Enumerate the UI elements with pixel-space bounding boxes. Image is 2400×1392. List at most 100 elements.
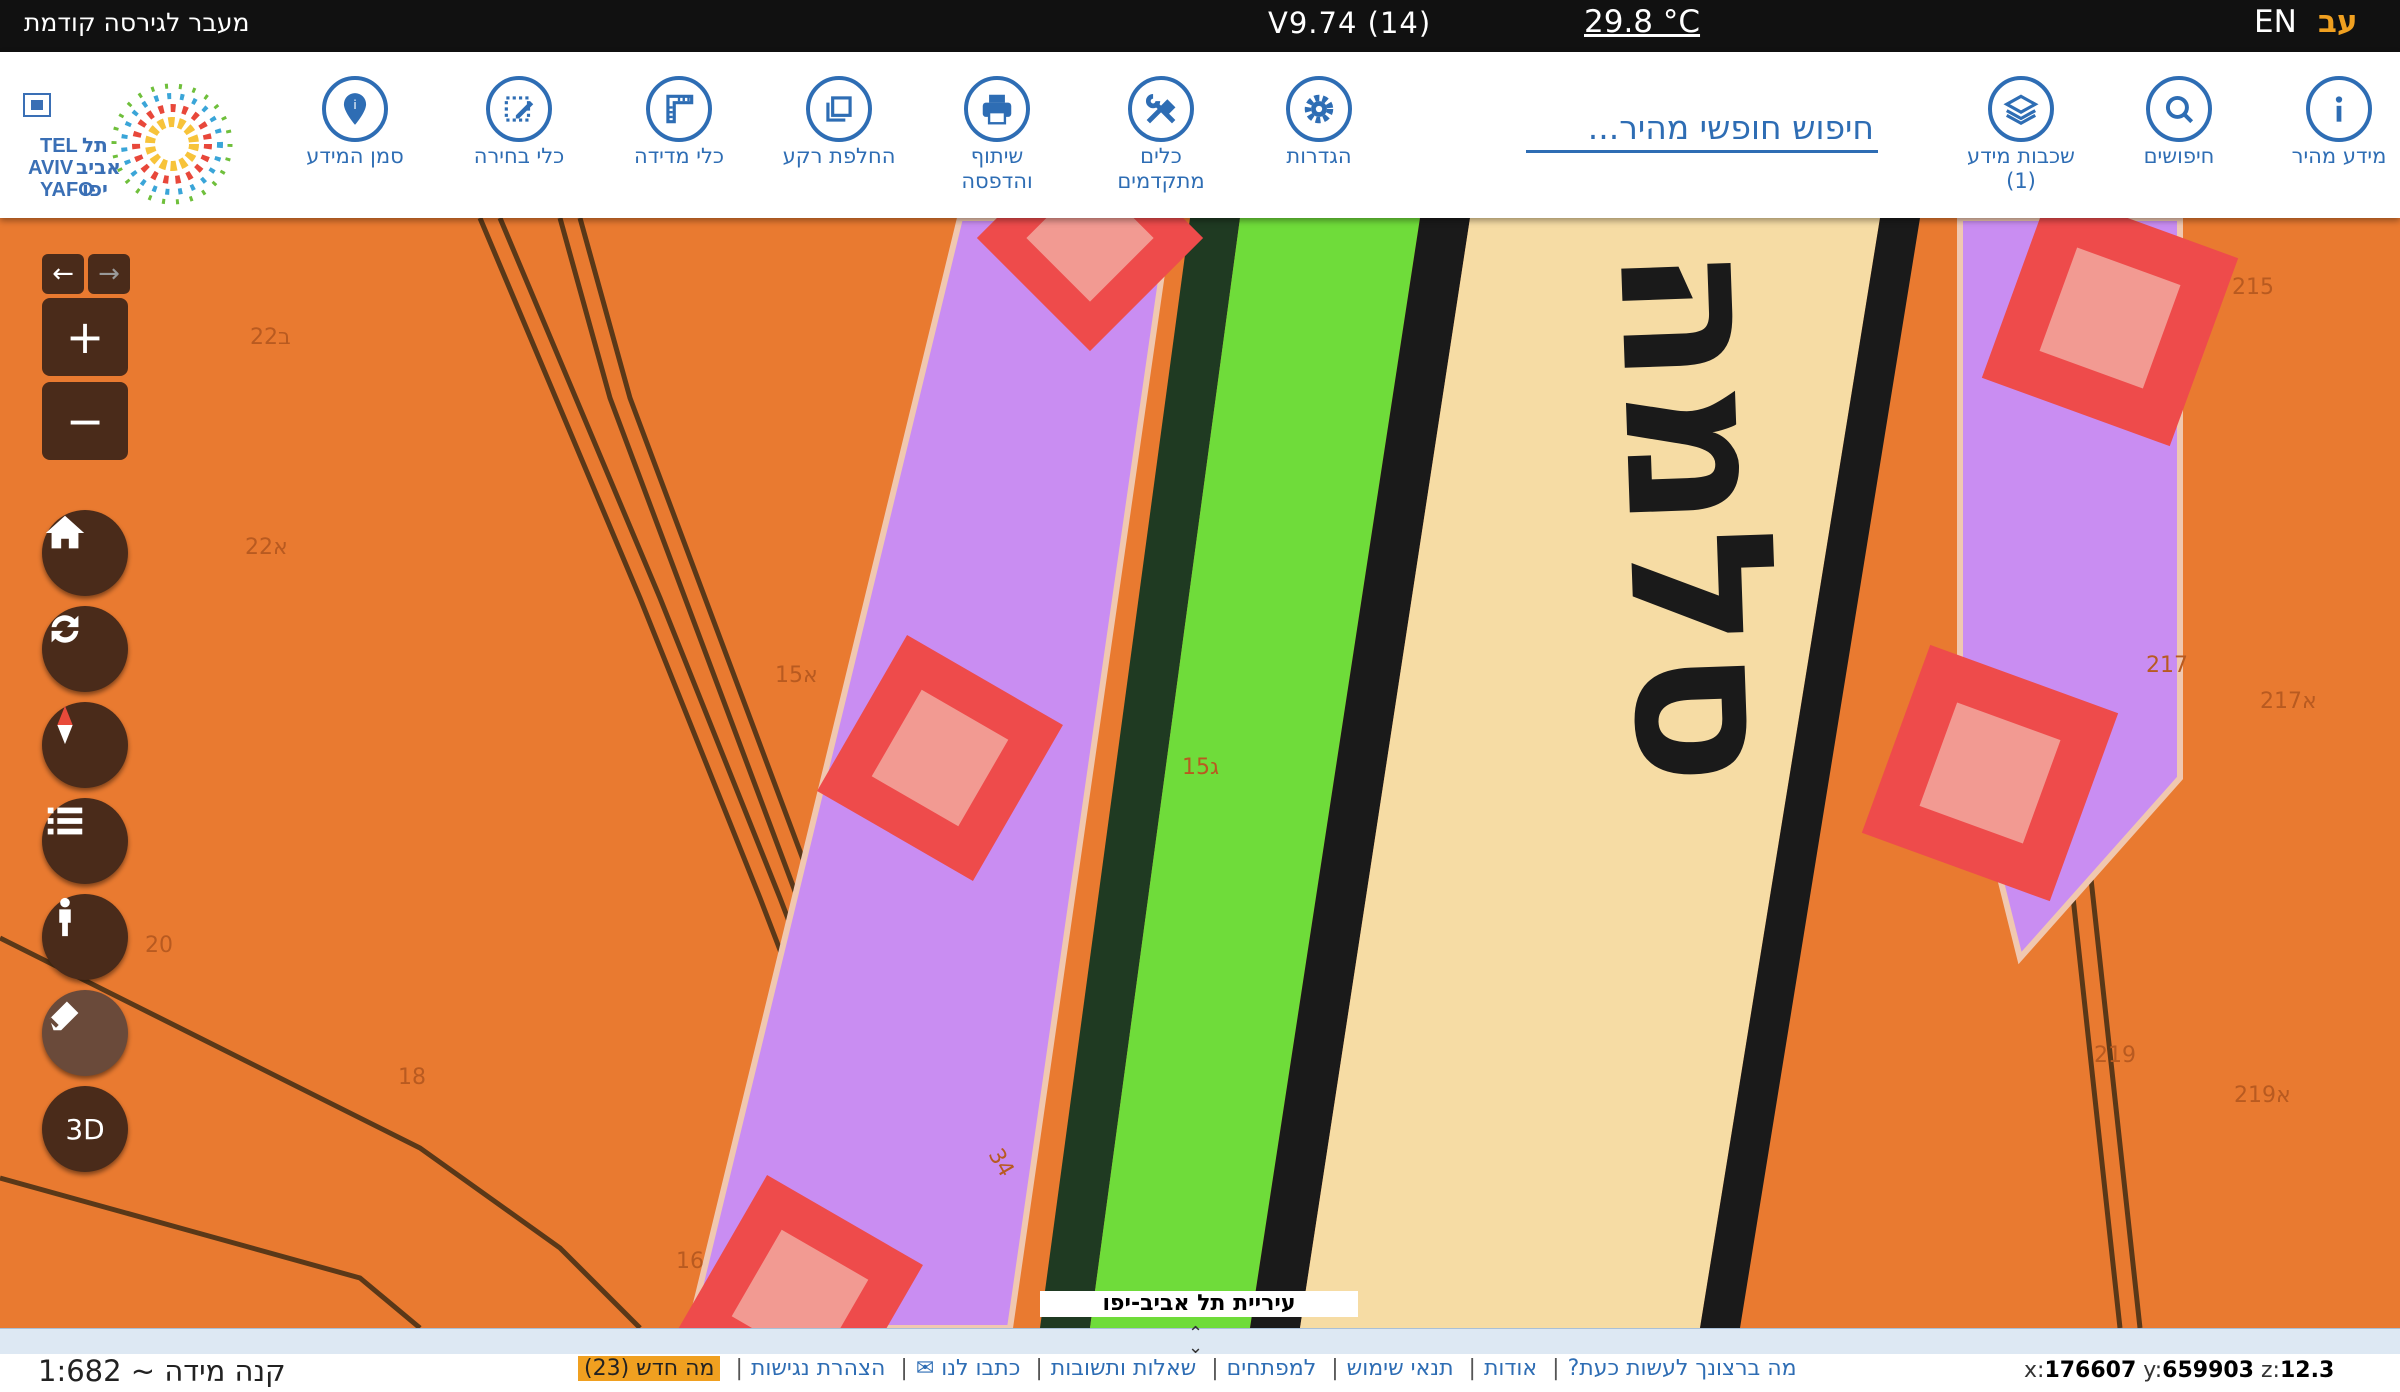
footer-link-faq[interactable]: שאלות ותשובות [1051, 1356, 1196, 1381]
eraser-icon [48, 1001, 79, 1031]
history-nav: ← → [42, 254, 130, 294]
tel-aviv-yafo-logo[interactable]: TEL AVIV YAFO תל אביב יפו [22, 82, 248, 206]
home-button[interactable] [42, 510, 128, 596]
footer-link-developers[interactable]: למפתחים [1227, 1356, 1317, 1381]
logo-tel: TEL [40, 135, 78, 157]
logo-he-aviv: אביב [76, 155, 121, 179]
map-scale: קנה מידה ~ 1:682 [38, 1354, 286, 1388]
bottom-panel-handle[interactable]: ⌃ ⌄ [0, 1323, 2400, 1358]
coord-z: 12.3 [2279, 1358, 2335, 1383]
parcel-label: 15ג [1182, 755, 1219, 780]
bottom-bar: קנה מידה ~ 1:682 מה ברצונך לעשות כעת?| א… [0, 1354, 2400, 1392]
pencil-select-icon [486, 76, 552, 142]
footer-links: מה ברצונך לעשות כעת?| אודות| תנאי שימוש|… [578, 1356, 1797, 1381]
logo-he-yafo: יפו [82, 177, 108, 201]
footer-link-about[interactable]: אודות [1484, 1356, 1537, 1381]
person-icon [59, 897, 71, 937]
printer-icon [964, 76, 1030, 142]
zoom-in-button[interactable]: + [42, 298, 128, 376]
footer-link-what-now[interactable]: מה ברצונך לעשות כעת? [1568, 1356, 1797, 1381]
footer-link-accessibility[interactable]: הצהרת נגישות [751, 1356, 886, 1381]
basemap-icon [806, 76, 872, 142]
eraser-button[interactable] [42, 990, 128, 1076]
logo-emblem-icon [23, 93, 51, 117]
zoom-out-button[interactable]: − [42, 382, 128, 460]
parcel-label: 20 [145, 933, 173, 958]
parcel-label: 22ב [250, 325, 291, 350]
map-graphics[interactable]: סלמה 22ב 22א 15א 15ג 20 18 16 34 215 217… [0, 218, 2400, 1328]
refresh-button[interactable] [42, 606, 128, 692]
language-english[interactable]: EN [2254, 4, 2297, 40]
language-hebrew[interactable]: עב [2318, 4, 2358, 40]
share-label-2: והדפסה [961, 169, 1033, 193]
compass-button[interactable] [42, 702, 128, 788]
ruler-icon [646, 76, 712, 142]
coord-x-label: x: [2024, 1358, 2045, 1383]
parcel-label: 217א [2260, 689, 2317, 714]
advanced-label-2: מתקדמים [1117, 169, 1205, 193]
settings-tool[interactable]: הגדרות [1244, 76, 1394, 169]
coord-y-label: y: [2143, 1358, 2163, 1383]
share-print-tool[interactable]: שיתוף והדפסה [922, 76, 1072, 194]
settings-label: הגדרות [1286, 144, 1352, 168]
previous-version-link[interactable]: מעבר לגירסה קודמת [24, 8, 249, 37]
tools-icon [1128, 76, 1194, 142]
basemap-tool[interactable]: החלפת רקע [764, 76, 914, 169]
3d-view-button[interactable]: 3D [42, 1086, 128, 1172]
advanced-tools[interactable]: כלים מתקדמים [1086, 76, 1236, 194]
select-tool[interactable]: כלי בחירה [444, 76, 594, 169]
parcel-label: 16 [676, 1249, 704, 1274]
quick-search-input[interactable] [1526, 104, 1878, 150]
parcel-label: 215 [2232, 275, 2274, 300]
temperature-link[interactable]: 29.8 °C [1584, 4, 1700, 40]
layers-icon [1988, 76, 2054, 142]
logo-confetti-icon [111, 83, 233, 205]
legend-button[interactable] [42, 798, 128, 884]
footer-link-contact[interactable]: כתבו לנו ✉ [916, 1356, 1021, 1381]
footer-link-terms[interactable]: תנאי שימוש [1347, 1356, 1454, 1381]
quick-info-tool[interactable]: מידע מהיר [2264, 76, 2400, 169]
history-back-button[interactable]: ← [42, 254, 84, 294]
layers-count: (1) [2006, 169, 2036, 193]
parcel-label: 219א [2234, 1083, 2291, 1108]
expand-handle-icon: ⌃ ⌄ [1188, 1323, 1204, 1358]
parcel-label: 22א [245, 535, 288, 560]
quick-info-label: מידע מהיר [2291, 144, 2387, 168]
street-view-button[interactable] [42, 894, 128, 980]
searches-tool[interactable]: חיפושים [2104, 76, 2254, 169]
info-marker-icon: i [322, 76, 388, 142]
coord-y: 659903 [2162, 1358, 2254, 1383]
search-icon [2146, 76, 2212, 142]
basemap-tool-label: החלפת רקע [782, 144, 896, 168]
gear-icon [1286, 76, 1352, 142]
info-marker-tool[interactable]: i סמן המידע [280, 76, 430, 169]
home-icon [45, 515, 85, 549]
svg-text:i: i [353, 97, 357, 112]
select-tool-label: כלי בחירה [473, 144, 565, 168]
whats-new-badge[interactable]: מה חדש (23) [578, 1356, 721, 1381]
compass-icon [57, 705, 73, 745]
measure-tool[interactable]: כלי מדידה [604, 76, 754, 169]
main-toolbar: TEL AVIV YAFO תל אביב יפו i סמן המידע כל… [0, 52, 2400, 218]
coord-z-label: z: [2261, 1358, 2280, 1383]
coord-x: 176607 [2044, 1358, 2137, 1383]
version-label: V9.74 (14) [1268, 6, 1432, 40]
searches-label: חיפושים [2143, 144, 2215, 168]
coordinates-readout: x:176607 y:659903 z:12.3 [2024, 1358, 2334, 1383]
quick-search [1526, 104, 1878, 153]
info-icon [2306, 76, 2372, 142]
measure-tool-label: כלי מדידה [633, 144, 725, 168]
map-canvas[interactable]: סלמה 22ב 22א 15א 15ג 20 18 16 34 215 217… [0, 218, 2400, 1328]
parcel-label: 18 [398, 1065, 426, 1090]
parcel-label: 217 [2146, 653, 2188, 678]
list-icon [47, 807, 83, 835]
parcel-label: 219 [2094, 1043, 2136, 1068]
layers-tool[interactable]: שכבות מידע (1) [1946, 76, 2096, 194]
advanced-label-1: כלים [1140, 144, 1182, 168]
history-forward-button[interactable]: → [88, 254, 130, 294]
logo-he-tel: תל [82, 133, 108, 157]
road-name: סלמה [1573, 242, 1825, 789]
refresh-icon [51, 615, 79, 643]
share-label-1: שיתוף [970, 144, 1024, 168]
map-source-label: עיריית תל אביב-יפו [1040, 1291, 1358, 1317]
